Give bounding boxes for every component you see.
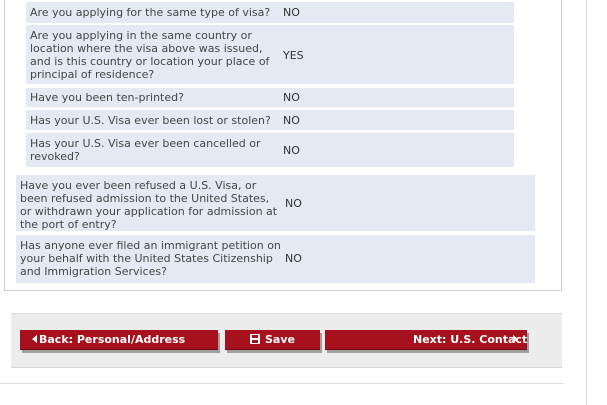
question-text: Have you been ten-printed? bbox=[30, 91, 184, 104]
answer-value: YES bbox=[283, 49, 304, 62]
next-button-label: Next: U.S. Contact bbox=[413, 333, 528, 346]
answer-value: NO bbox=[283, 114, 300, 127]
question-text: Have you ever been refused a U.S. Visa, … bbox=[20, 179, 278, 231]
question-row: Has anyone ever filed an immigrant petit… bbox=[16, 235, 535, 283]
question-row: Have you ever been refused a U.S. Visa, … bbox=[16, 175, 535, 231]
question-text: Are you applying in the same country or … bbox=[30, 29, 270, 81]
page-right-rule bbox=[586, 0, 587, 405]
answer-value: NO bbox=[283, 144, 300, 157]
answer-value: NO bbox=[283, 6, 300, 19]
save-button-label: Save bbox=[265, 333, 295, 346]
footer-divider bbox=[0, 383, 563, 384]
question-text: Has your U.S. Visa ever been lost or sto… bbox=[30, 114, 271, 127]
back-button[interactable]: Back: Personal/Address bbox=[20, 330, 218, 350]
question-text: Are you applying for the same type of vi… bbox=[30, 6, 271, 19]
question-text: Has anyone ever filed an immigrant petit… bbox=[20, 239, 281, 278]
arrow-left-icon bbox=[32, 335, 37, 343]
question-row: Are you applying in the same country or … bbox=[26, 25, 514, 84]
answer-value: NO bbox=[285, 252, 302, 265]
question-row: Have you been ten-printed? NO bbox=[26, 88, 514, 107]
question-row: Has your U.S. Visa ever been cancelled o… bbox=[26, 133, 514, 167]
back-button-label: Back: Personal/Address bbox=[39, 333, 186, 346]
answer-value: NO bbox=[285, 197, 302, 210]
answer-value: NO bbox=[283, 91, 300, 104]
question-row: Are you applying for the same type of vi… bbox=[26, 2, 514, 23]
next-button[interactable]: Next: U.S. Contact bbox=[325, 330, 527, 350]
floppy-disk-icon bbox=[250, 334, 260, 344]
previous-visa-panel: Are you applying for the same type of vi… bbox=[4, 0, 562, 291]
arrow-right-icon bbox=[513, 335, 518, 343]
save-button[interactable]: Save bbox=[225, 330, 320, 350]
question-row: Has your U.S. Visa ever been lost or sto… bbox=[26, 110, 514, 130]
navigation-toolbar: Back: Personal/Address Save Next: U.S. C… bbox=[11, 313, 562, 368]
question-text: Has your U.S. Visa ever been cancelled o… bbox=[30, 137, 261, 163]
